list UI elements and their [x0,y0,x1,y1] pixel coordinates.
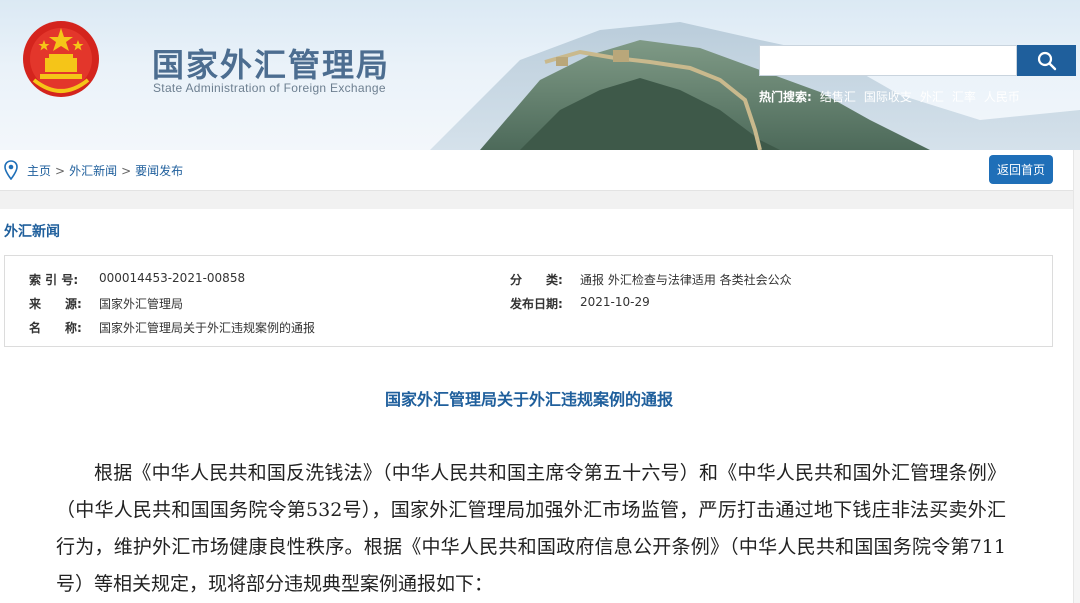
hot-link-jieshouhui[interactable]: 结售汇 [820,88,856,105]
search-icon [1037,51,1056,70]
site-header: 国家外汇管理局 State Administration of Foreign … [0,0,1080,150]
meta-name-label: 名 称: [29,321,82,335]
meta-date: 发布日期: 2021-10-29 [510,295,650,312]
back-home-button[interactable]: 返回首页 [989,155,1053,184]
meta-source-value: 国家外汇管理局 [99,297,184,311]
meta-category-label: 分 类: [510,273,563,287]
hot-link-renminbi[interactable]: 人民币 [984,88,1020,105]
document-title: 国家外汇管理局关于外汇违规案例的通报 [384,390,673,409]
meta-category-value: 通报 外汇检查与法律适用 各类社会公众 [580,273,792,287]
divider-band [0,191,1080,209]
search-input[interactable] [759,45,1017,76]
hot-link-guojishouzhi[interactable]: 国际收支 [864,88,912,105]
breadcrumb-separator: > [55,164,66,178]
section-title: 外汇新闻 [4,224,60,240]
meta-name-value: 国家外汇管理局关于外汇违规案例的通报 [99,321,316,335]
national-emblem-icon [23,21,99,97]
meta-date-value: 2021-10-29 [580,295,650,309]
hot-search: 热门搜索: 结售汇 国际收支 外汇 汇率 人民币 [759,88,1020,105]
site-logo-english: State Administration of Foreign Exchange [153,81,386,95]
meta-index: 索 引 号: 000014453-2021-00858 [29,271,245,288]
page-scrollbar[interactable] [1073,150,1080,603]
hot-search-label: 热门搜索: [759,90,812,104]
breadcrumb-forex-news[interactable]: 外汇新闻 [69,164,117,178]
breadcrumb-bar: 主页 > 外汇新闻 > 要闻发布 [0,150,1080,191]
search-button[interactable] [1017,45,1076,76]
meta-index-value: 000014453-2021-00858 [99,271,246,285]
meta-category: 分 类: 通报 外汇检查与法律适用 各类社会公众 [510,271,792,288]
hot-link-waihui[interactable]: 外汇 [920,88,944,105]
breadcrumb-home[interactable]: 主页 [27,164,51,178]
breadcrumb: 主页 > 外汇新闻 > 要闻发布 [27,162,183,179]
hot-link-huilv[interactable]: 汇率 [952,88,976,105]
document-body: 根据《中华人民共和国反洗钱法》（中华人民共和国主席令第五十六号）和《中华人民共和… [56,455,1006,603]
site-logo-text[interactable]: 国家外汇管理局 [152,40,390,86]
meta-date-label: 发布日期: [510,297,563,311]
breadcrumb-separator: > [121,164,132,178]
meta-source: 来 源: 国家外汇管理局 [29,295,183,312]
breadcrumb-headlines[interactable]: 要闻发布 [135,164,183,178]
meta-source-label: 来 源: [29,297,82,311]
body-paragraph: 根据《中华人民共和国反洗钱法》（中华人民共和国主席令第五十六号）和《中华人民共和… [56,462,1006,595]
meta-name: 名 称: 国家外汇管理局关于外汇违规案例的通报 [29,319,315,336]
location-pin-icon [4,160,18,180]
meta-index-label: 索 引 号: [29,273,79,287]
document-metadata: 索 引 号: 000014453-2021-00858 分 类: 通报 外汇检查… [4,255,1053,347]
